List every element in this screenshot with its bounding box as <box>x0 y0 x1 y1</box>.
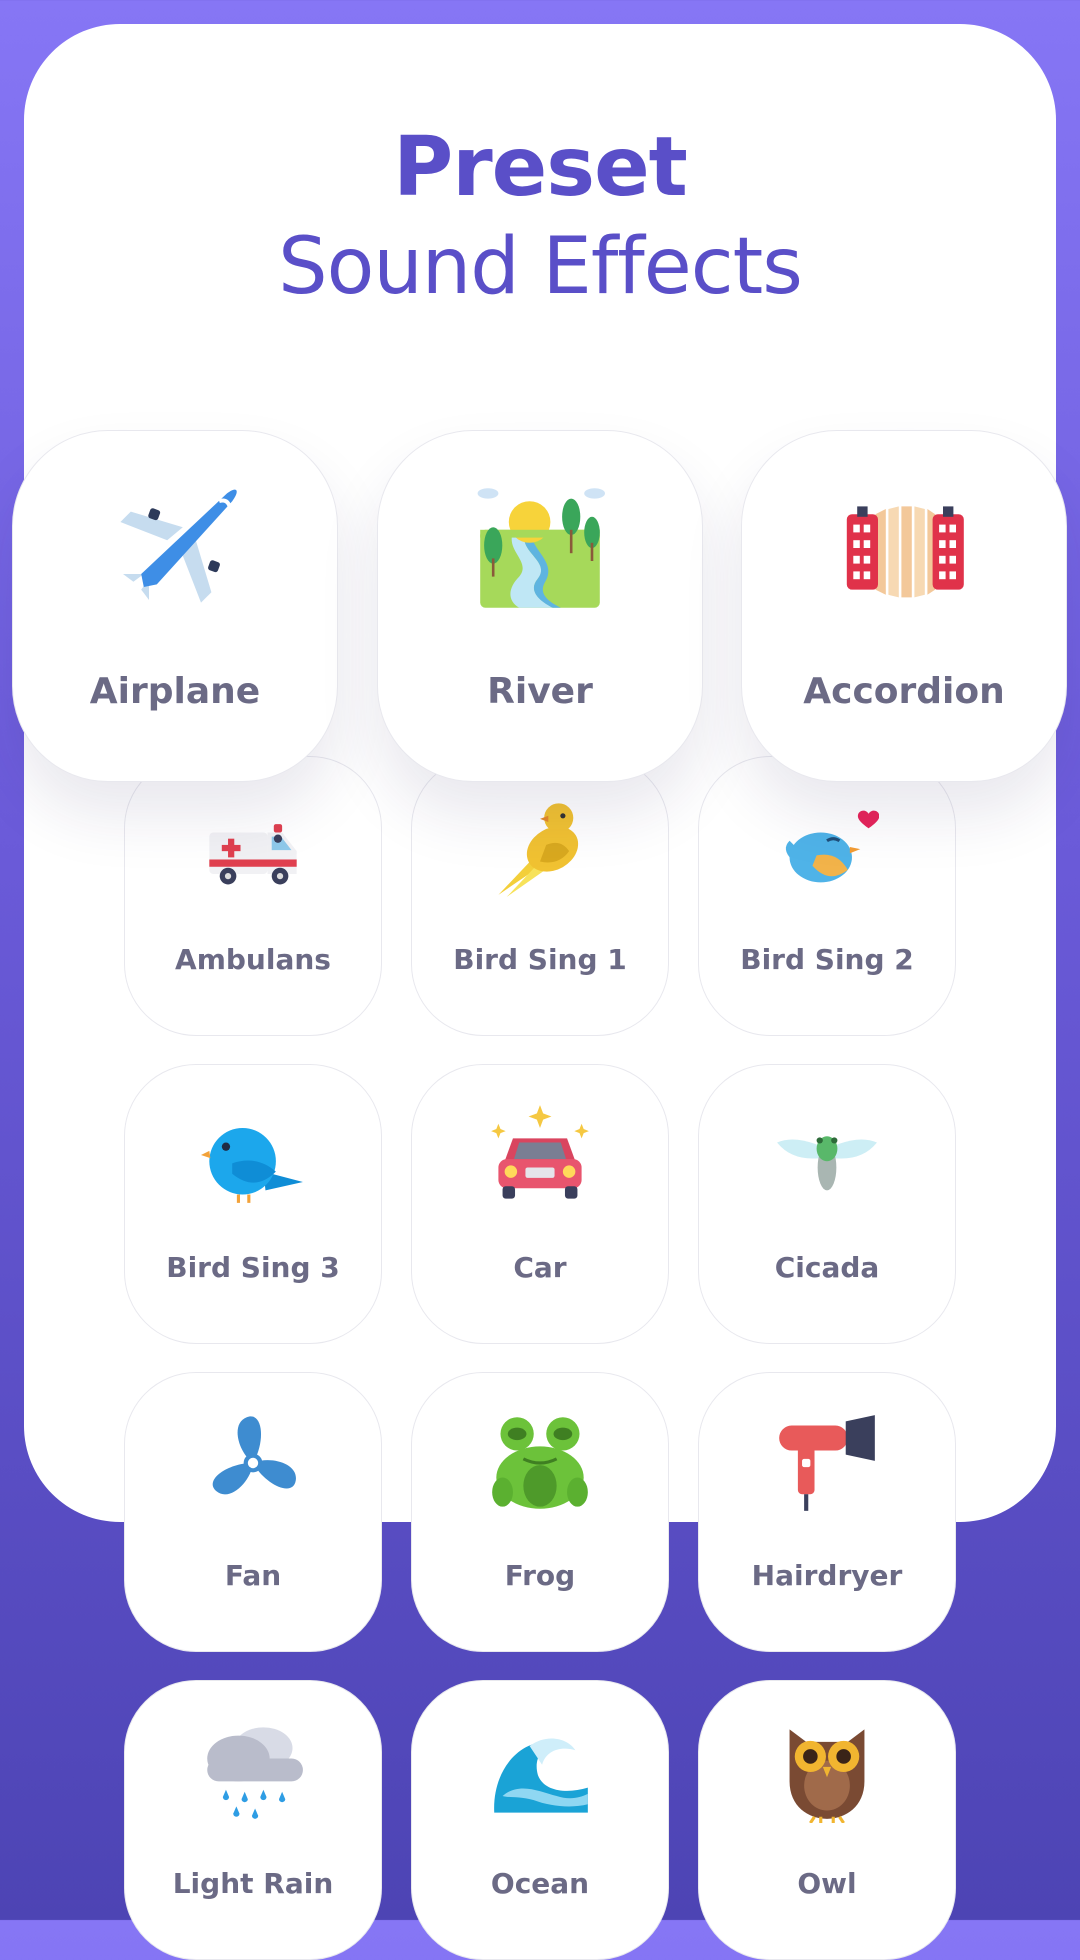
sound-card-car[interactable]: Car <box>411 1064 669 1344</box>
frog-icon <box>492 1417 588 1509</box>
yellow-bird-icon <box>498 803 579 897</box>
sound-label: Bird Sing 1 <box>453 943 627 976</box>
sound-card-hairdryer[interactable]: Hairdryer <box>698 1372 956 1652</box>
sound-label: Ambulans <box>175 943 331 976</box>
sound-card-ocean[interactable]: Ocean <box>411 1680 669 1960</box>
featured-label: River <box>487 671 593 712</box>
featured-card-river[interactable]: River <box>377 430 703 782</box>
sound-label: Owl <box>797 1867 857 1900</box>
featured-card-accordion[interactable]: Accordion <box>741 430 1067 782</box>
sound-label: Cicada <box>774 1251 880 1284</box>
sound-card-ambulans[interactable]: Ambulans <box>124 756 382 1036</box>
sound-card-bird-sing-3[interactable]: Bird Sing 3 <box>124 1064 382 1344</box>
river-landscape-icon <box>477 488 605 608</box>
ocean-wave-icon <box>494 1738 588 1813</box>
sound-card-frog[interactable]: Frog <box>411 1372 669 1652</box>
sound-label: Hairdryer <box>751 1559 903 1592</box>
sound-label: Bird Sing 2 <box>740 943 914 976</box>
sound-label: Light Rain <box>172 1867 334 1900</box>
page-subtitle: Sound Effects <box>278 222 803 312</box>
page-title: Preset <box>393 120 688 215</box>
featured-label: Accordion <box>803 671 1005 712</box>
sound-card-fan[interactable]: Fan <box>124 1372 382 1652</box>
sound-card-bird-sing-2[interactable]: Bird Sing 2 <box>698 756 956 1036</box>
hairdryer-icon <box>779 1415 875 1511</box>
sound-label: Bird Sing 3 <box>166 1251 340 1284</box>
cicada-icon <box>777 1136 877 1191</box>
sound-label: Ocean <box>490 1867 590 1900</box>
sound-card-light-rain[interactable]: Light Rain <box>124 1680 382 1960</box>
featured-label: Airplane <box>89 671 261 712</box>
sound-card-owl[interactable]: Owl <box>698 1680 956 1960</box>
bird-heart-icon <box>785 810 879 883</box>
sound-card-cicada[interactable]: Cicada <box>698 1064 956 1344</box>
sound-card-bird-sing-1[interactable]: Bird Sing 1 <box>411 756 669 1036</box>
car-icon <box>491 1105 589 1199</box>
sound-label: Car <box>513 1251 567 1284</box>
blue-bird-icon <box>201 1127 303 1203</box>
ambulance-icon <box>209 824 297 885</box>
accordion-icon <box>846 506 964 598</box>
rain-cloud-icon <box>207 1727 303 1819</box>
owl-icon <box>789 1729 865 1823</box>
sound-label: Frog <box>504 1559 576 1592</box>
featured-card-airplane[interactable]: Airplane <box>12 430 338 782</box>
fan-icon <box>212 1416 296 1495</box>
airplane-icon <box>120 489 237 603</box>
sound-label: Fan <box>224 1559 282 1592</box>
